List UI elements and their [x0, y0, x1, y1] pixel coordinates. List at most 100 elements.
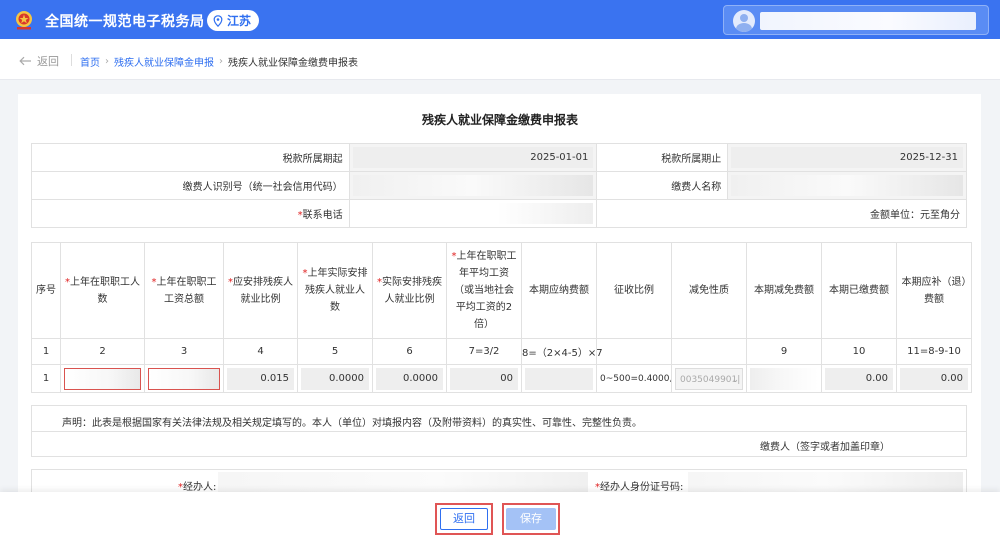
column-header: *实际安排残疾人就业比例 [372, 242, 447, 339]
period-end-field: 2025-12-31 [727, 143, 967, 172]
due-cell: 0.00 [896, 364, 972, 393]
column-index [596, 338, 672, 365]
column-index: 6 [372, 338, 447, 365]
back-button[interactable]: 返回 [440, 508, 488, 530]
column-header: *应安排残疾人就业比例 [223, 242, 298, 339]
column-header-text: 序号 [36, 285, 56, 296]
reduction-nature-select[interactable]: 0035049901| ⌄ [675, 367, 743, 390]
breadcrumb-separator: › [105, 56, 109, 67]
period-end-label: 税款所属期止 [596, 143, 729, 172]
column-header-text: 上年在职职工工资总额 [156, 276, 217, 305]
avg-salary-cell: 00 [446, 364, 522, 393]
column-index: 11=8-9-10 [896, 338, 972, 365]
save-button[interactable]: 保存 [506, 508, 556, 530]
back-button-highlight: 返回 [435, 503, 493, 535]
column-header-text: 上年在职职工人数 [70, 276, 140, 305]
payer-name-redacted [731, 175, 963, 196]
table-header-row: 序号 *上年在职职工人数 *上年在职职工工资总额 *应安排残疾人就业比例 *上年实际安排… [31, 242, 972, 339]
employee-count-input[interactable] [64, 367, 141, 390]
signature-label: 缴费人（签字或者加盖印章） [760, 442, 890, 453]
arrow-left-icon [19, 56, 31, 66]
period-start-value: 2025-01-01 [352, 147, 594, 168]
row-seq: 1 [31, 364, 61, 393]
actual-count-value: 0.0000 [301, 367, 369, 390]
region-label: 江苏 [227, 14, 252, 28]
column-header-text: 上年实际安排残疾人就业人数 [305, 268, 368, 313]
reduction-amount-cell [746, 364, 822, 393]
column-header-text: 实际安排残疾人就业比例 [382, 276, 442, 305]
breadcrumb-home[interactable]: 首页 [80, 54, 100, 69]
column-header: *上年在职职工年平均工资（或当地社会平均工资的2倍） [446, 242, 522, 339]
location-pin-icon [213, 14, 223, 27]
column-index: 4 [223, 338, 298, 365]
reduction-amount-value [750, 367, 818, 390]
back-link[interactable]: 返回 [19, 53, 59, 69]
payer-id-field [348, 171, 598, 200]
column-header-text: 本期减免费额 [754, 285, 814, 296]
agent-id-label: *经办人身份证号码: [595, 478, 683, 493]
salary-total-cell [144, 364, 224, 393]
payer-id-label: 缴费人识别号（统一社会信用代码） [31, 171, 350, 200]
column-header: 序号 [31, 242, 61, 339]
column-index [671, 338, 747, 365]
column-header-text: 减免性质 [689, 285, 729, 296]
column-index: 7=3/2 [446, 338, 522, 365]
payable-cell [521, 364, 597, 393]
avatar-icon[interactable] [733, 10, 755, 32]
breadcrumb: 首页 › 残疾人就业保障金申报 › 残疾人就业保障金缴费申报表 [80, 54, 358, 69]
column-header-text: 本期应补（退）费额 [901, 276, 967, 305]
period-start-field: 2025-01-01 [348, 143, 598, 172]
employment-ratio-value: 0.015 [227, 367, 294, 390]
reduction-nature-cell: 0035049901| ⌄ [671, 364, 747, 393]
chevron-down-icon: ⌄ [731, 374, 739, 385]
avg-salary-value: 00 [450, 367, 518, 390]
column-header: 减免性质 [671, 242, 747, 339]
payer-name-label: 缴费人名称 [596, 171, 729, 200]
phone-label-text: 联系电话 [302, 210, 343, 221]
due-value: 0.00 [900, 367, 968, 390]
username-redacted [760, 12, 976, 30]
column-header-text: 征收比例 [614, 285, 654, 296]
collection-ratio-cell: 0~500=0.4000,5 [596, 364, 672, 393]
column-index: 9 [746, 338, 822, 365]
payer-name-field [727, 171, 967, 200]
column-header-text: 本期应纳费额 [529, 285, 589, 296]
employee-count-cell [60, 364, 145, 393]
phone-label: *联系电话 [31, 199, 350, 228]
save-button-highlight: 保存 [502, 503, 560, 535]
page-title: 残疾人就业保障金缴费申报表 [421, 113, 578, 127]
agent-id-input[interactable] [688, 472, 963, 494]
breadcrumb-levy-declare[interactable]: 残疾人就业保障金申报 [114, 54, 214, 69]
region-selector[interactable]: 江苏 [207, 10, 260, 31]
agent-name-label: *经办人: [178, 478, 216, 493]
salary-total-input[interactable] [148, 367, 220, 390]
breadcrumb-separator: › [219, 56, 223, 67]
column-header-text: 本期已缴费额 [829, 285, 889, 296]
brand-title: 全国统一规范电子税务局 [45, 14, 205, 30]
unit-label: 金额单位：元至角分 [596, 199, 967, 228]
table-row: 1 0.015 0.0000 0.0000 00 0~500=0.4000,5 … [31, 364, 972, 393]
column-index: 5 [297, 338, 373, 365]
paid-value: 0.00 [825, 367, 893, 390]
column-index: 1 [31, 338, 61, 365]
divider [32, 431, 966, 432]
agent-name-input[interactable] [218, 472, 588, 494]
basic-info-table: 税款所属期起 2025-01-01 税款所属期止 2025-12-31 缴费人识… [31, 143, 967, 228]
footer-bar [0, 492, 1000, 549]
column-header-text: 应安排残疾人就业比例 [233, 276, 293, 305]
levy-table: 序号 *上年在职职工人数 *上年在职职工工资总额 *应安排残疾人就业比例 *上年实际安排… [31, 242, 972, 393]
divider [71, 54, 72, 66]
column-header: 本期应补（退）费额 [896, 242, 972, 339]
actual-count-cell: 0.0000 [297, 364, 373, 393]
declaration-text: 声明：此表是根据国家有关法律法规及相关规定填写的。本人（单位）对填报内容（及附带… [62, 418, 642, 429]
tax-emblem-icon [16, 11, 32, 30]
table-index-row: 1 2 3 4 5 6 7=3/2 8=（2×4-5）×7 9 10 11=8-9-10 [31, 338, 972, 365]
declaration-box: 声明：此表是根据国家有关法律法规及相关规定填写的。本人（单位）对填报内容（及附带… [31, 405, 967, 457]
actual-ratio-cell: 0.0000 [372, 364, 447, 393]
employment-ratio-cell: 0.015 [223, 364, 298, 393]
column-header: 本期减免费额 [746, 242, 822, 339]
phone-redacted [352, 203, 594, 224]
phone-input[interactable] [348, 199, 598, 228]
column-index: 2 [60, 338, 145, 365]
column-header: *上年在职职工人数 [60, 242, 145, 339]
